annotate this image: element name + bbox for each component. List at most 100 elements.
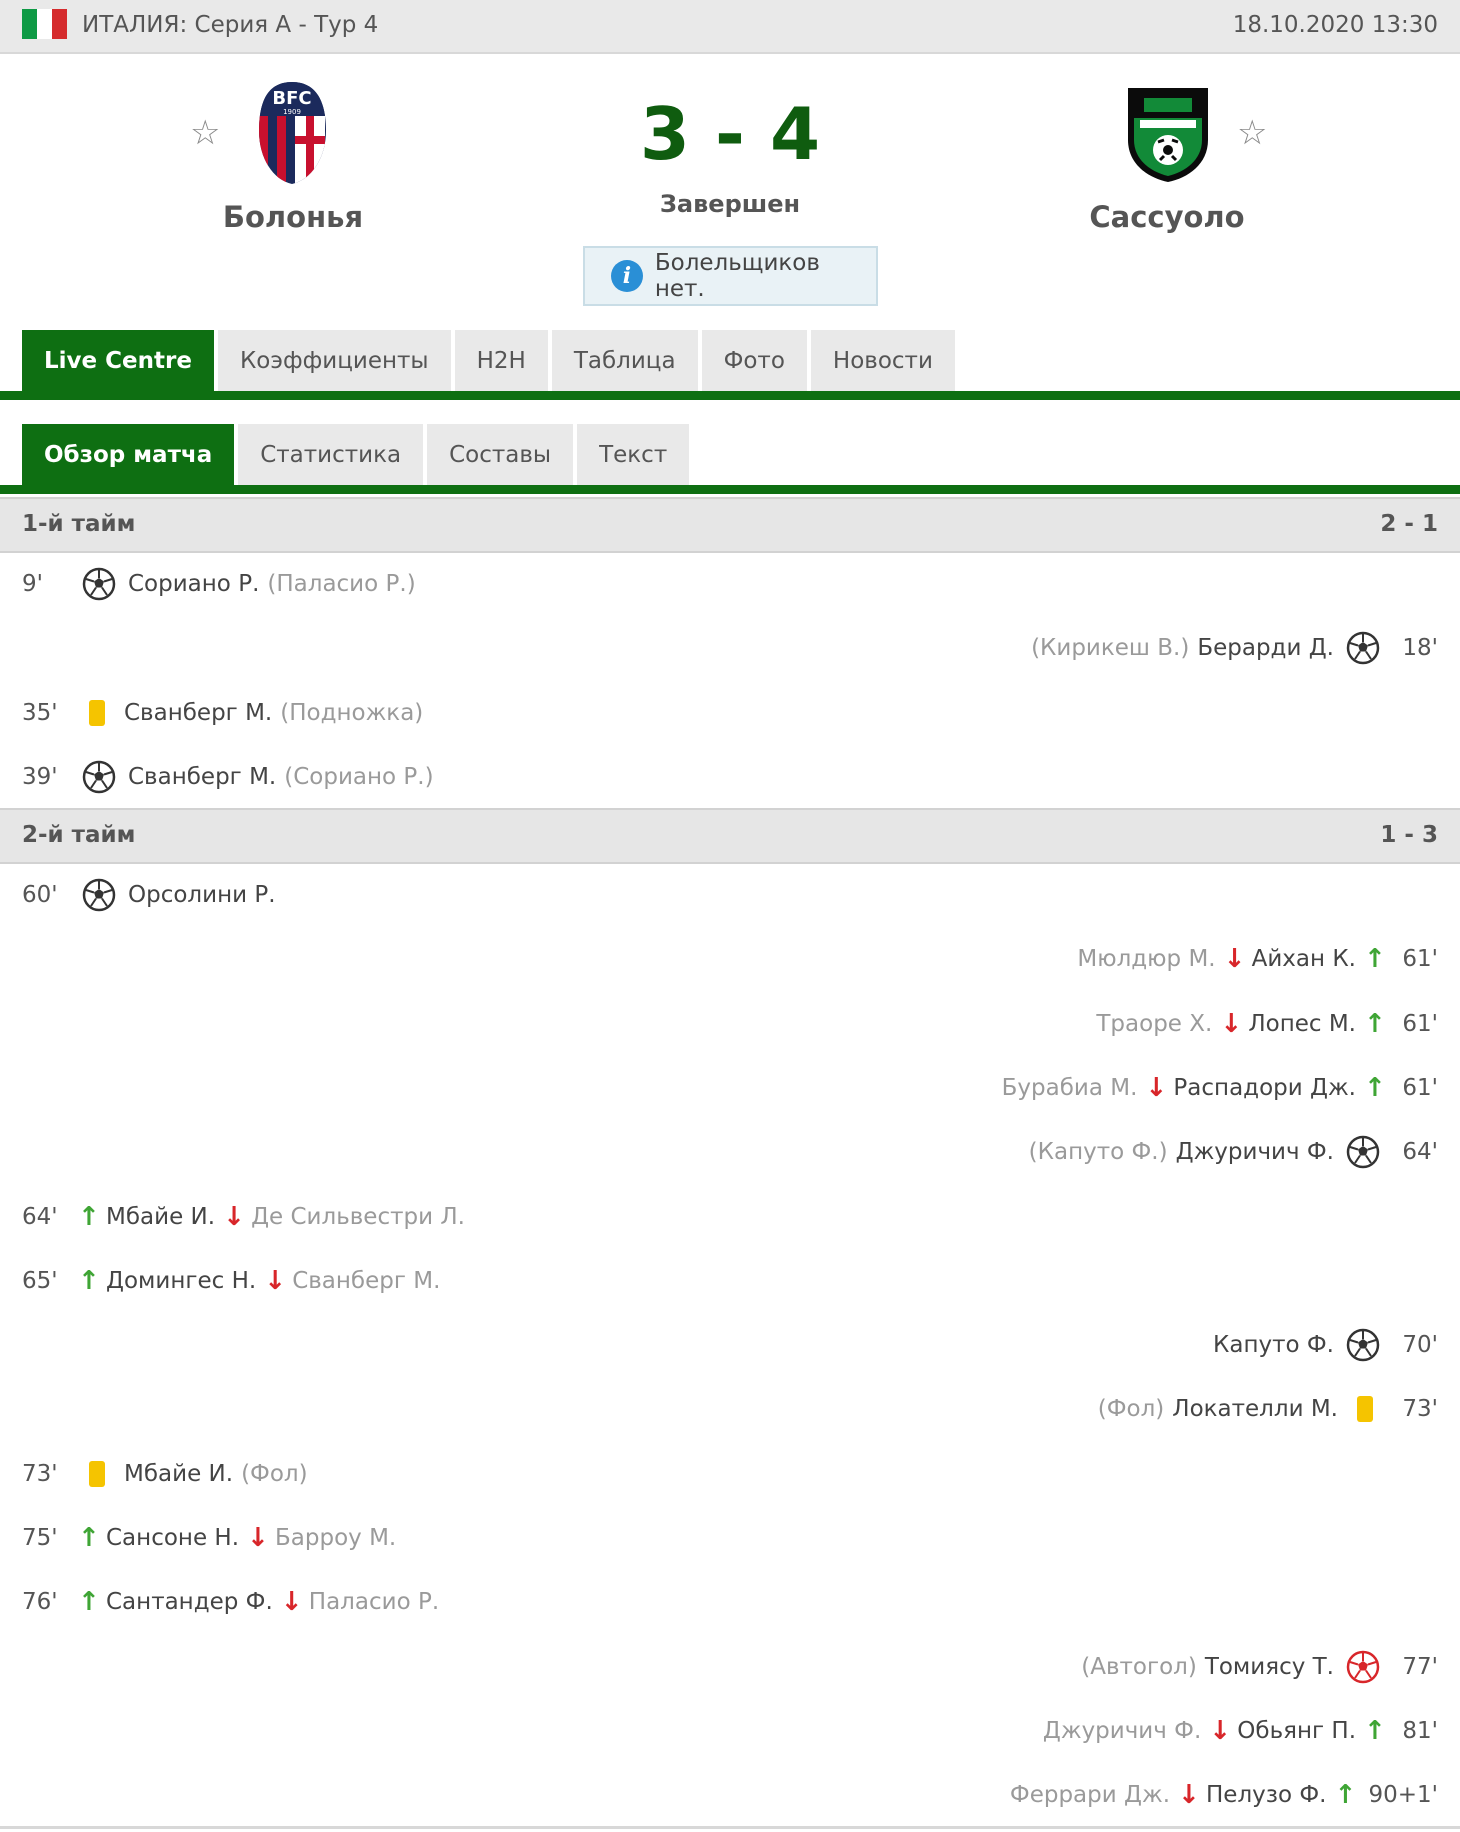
sassuolo-crest-icon[interactable]	[1120, 80, 1216, 188]
period-header-second-half: 2-й тайм 1 - 3	[0, 808, 1460, 864]
soccer-ball-icon	[1346, 1328, 1380, 1362]
event-detail: (Фол)	[241, 1460, 308, 1487]
player-name[interactable]: Капуто Ф.	[1213, 1332, 1334, 1358]
player-out[interactable]: Бурабиа М.	[1002, 1075, 1138, 1101]
away-event: (Фол) Локателли М. 73'	[1098, 1384, 1438, 1434]
arrow-up-green-icon: ↑	[78, 1265, 100, 1296]
soccer-ball-icon	[82, 567, 116, 601]
player-out[interactable]: Джуричич Ф.	[1043, 1718, 1201, 1744]
tab-lineups[interactable]: Составы	[427, 424, 574, 485]
arrow-down-red-icon: ↓	[264, 1265, 286, 1296]
match-header-bar: ИТАЛИЯ: Серия А - Тур 4 18.10.2020 13:30	[0, 0, 1460, 54]
event-row: 65' ↑ Домингес Н. ↓ Сванберг М.	[0, 1256, 1460, 1306]
tab-odds[interactable]: Коэффициенты	[217, 330, 451, 391]
arrow-up-green-icon: ↑	[1364, 1072, 1386, 1103]
player-in[interactable]: Обьянг П.	[1237, 1718, 1356, 1744]
subtab-underline	[0, 485, 1460, 494]
event-row: (Кирикеш В.) Берарди Д. 18'	[0, 623, 1460, 673]
player-in[interactable]: Мбайе И.	[106, 1204, 215, 1230]
player-in[interactable]: Распадори Дж.	[1173, 1075, 1356, 1101]
player-out[interactable]: Де Сильвестри Л.	[251, 1204, 465, 1230]
tab-table[interactable]: Таблица	[551, 330, 698, 391]
event-minute: 18'	[1402, 635, 1438, 662]
soccer-ball-icon	[82, 760, 116, 794]
svg-text:1909: 1909	[283, 108, 301, 116]
player-name[interactable]: Томиясу Т.	[1205, 1654, 1334, 1680]
info-icon: i	[611, 260, 643, 292]
player-out[interactable]: Мюлдюр М.	[1077, 946, 1215, 972]
event-detail: (Сориано Р.)	[284, 763, 434, 790]
event-minute: 75'	[22, 1525, 58, 1551]
arrow-down-red-icon: ↓	[280, 1587, 303, 1618]
away-event: Мюлдюр М. ↓ Айхан К. ↑ 61'	[1077, 934, 1438, 984]
player-in[interactable]: Сансоне Н.	[106, 1525, 239, 1551]
event-row: Бурабиа М. ↓ Распадори Дж. ↑ 61'	[0, 1063, 1460, 1113]
player-in[interactable]: Домингес Н.	[106, 1268, 256, 1294]
away-team-name[interactable]: Сассуоло	[987, 200, 1347, 234]
own-goal-ball-icon	[1346, 1650, 1380, 1684]
yellow-card-icon	[1357, 1396, 1373, 1423]
yellow-card-icon	[89, 699, 105, 726]
event-row: 76' ↑ Сантандер Ф. ↓ Паласио Р.	[0, 1577, 1460, 1627]
event-row: Капуто Ф. 70'	[0, 1320, 1460, 1370]
player-name[interactable]: Мбайе И.	[124, 1461, 233, 1487]
tab-statistics[interactable]: Статистика	[238, 424, 424, 485]
player-out[interactable]: Феррари Дж.	[1010, 1782, 1170, 1808]
player-in[interactable]: Лопес М.	[1248, 1011, 1356, 1037]
event-minute: 76'	[22, 1589, 58, 1616]
bologna-crest-icon[interactable]: BFC 1909	[255, 76, 330, 192]
player-in[interactable]: Сантандер Ф.	[106, 1589, 273, 1615]
tab-news[interactable]: Новости	[810, 330, 955, 391]
arrow-down-red-icon: ↓	[1209, 1715, 1232, 1746]
arrow-down-red-icon: ↓	[1220, 1008, 1243, 1039]
player-in[interactable]: Пелузо Ф.	[1206, 1782, 1326, 1808]
player-name[interactable]: Локателли М.	[1172, 1396, 1338, 1422]
player-name[interactable]: Джуричич Ф.	[1176, 1139, 1334, 1165]
event-minute: 73'	[22, 1460, 58, 1487]
event-row: 9' Сориано Р. (Паласио Р.)	[0, 559, 1460, 609]
event-row: 64' ↑ Мбайе И. ↓ Де Сильвестри Л.	[0, 1192, 1460, 1242]
player-out[interactable]: Траоре Х.	[1096, 1011, 1212, 1037]
event-minute: 64'	[22, 1203, 58, 1230]
favorite-star-icon[interactable]: ☆	[190, 116, 220, 150]
league-title[interactable]: ИТАЛИЯ: Серия А - Тур 4	[82, 12, 378, 38]
home-event: 75' ↑ Сансоне Н. ↓ Барроу М.	[22, 1513, 396, 1563]
arrow-down-red-icon: ↓	[1145, 1072, 1168, 1103]
arrow-down-red-icon: ↓	[1223, 944, 1246, 975]
player-name[interactable]: Орсолини Р.	[128, 882, 276, 908]
arrow-up-green-icon: ↑	[78, 1201, 100, 1232]
event-detail: (Подножка)	[280, 699, 424, 726]
event-minute: 61'	[1402, 1074, 1438, 1101]
event-minute: 81'	[1402, 1717, 1438, 1744]
player-out[interactable]: Сванберг М.	[292, 1268, 440, 1294]
event-row: Джуричич Ф. ↓ Обьянг П. ↑ 81'	[0, 1706, 1460, 1756]
favorite-star-icon[interactable]: ☆	[1237, 116, 1267, 150]
arrow-up-green-icon: ↑	[1364, 1715, 1386, 1746]
away-event: (Капуто Ф.) Джуричич Ф. 64'	[1029, 1127, 1438, 1177]
event-minute: 61'	[1402, 1010, 1438, 1037]
event-minute: 61'	[1402, 946, 1438, 973]
event-minute: 65'	[22, 1267, 58, 1294]
event-minute: 60'	[22, 882, 58, 908]
home-team-name[interactable]: Болонья	[113, 200, 473, 234]
player-name[interactable]: Сориано Р.	[128, 571, 259, 597]
player-name[interactable]: Берарди Д.	[1197, 635, 1334, 661]
tab-photo[interactable]: Фото	[701, 330, 807, 391]
player-name[interactable]: Сванберг М.	[124, 700, 272, 726]
player-in[interactable]: Айхан К.	[1252, 946, 1356, 972]
tab-h2h[interactable]: H2H	[454, 330, 548, 391]
tab-match-summary[interactable]: Обзор матча	[22, 424, 235, 485]
event-detail: (Капуто Ф.)	[1028, 1139, 1168, 1166]
arrow-up-green-icon: ↑	[78, 1587, 100, 1618]
player-out[interactable]: Паласио Р.	[309, 1589, 439, 1615]
player-name[interactable]: Сванберг М.	[128, 764, 276, 790]
info-text: Болельщиков нет.	[654, 250, 820, 302]
player-out[interactable]: Барроу М.	[275, 1525, 396, 1551]
info-box: i Болельщиков нет.	[583, 246, 878, 306]
tab-commentary[interactable]: Текст	[577, 424, 690, 485]
event-minute: 9'	[22, 571, 43, 597]
home-event: 65' ↑ Домингес Н. ↓ Сванберг М.	[22, 1256, 440, 1306]
event-detail: (Кирикеш В.)	[1031, 635, 1190, 662]
arrow-down-red-icon: ↓	[1178, 1780, 1200, 1811]
tab-live-centre[interactable]: Live Centre	[22, 330, 214, 391]
